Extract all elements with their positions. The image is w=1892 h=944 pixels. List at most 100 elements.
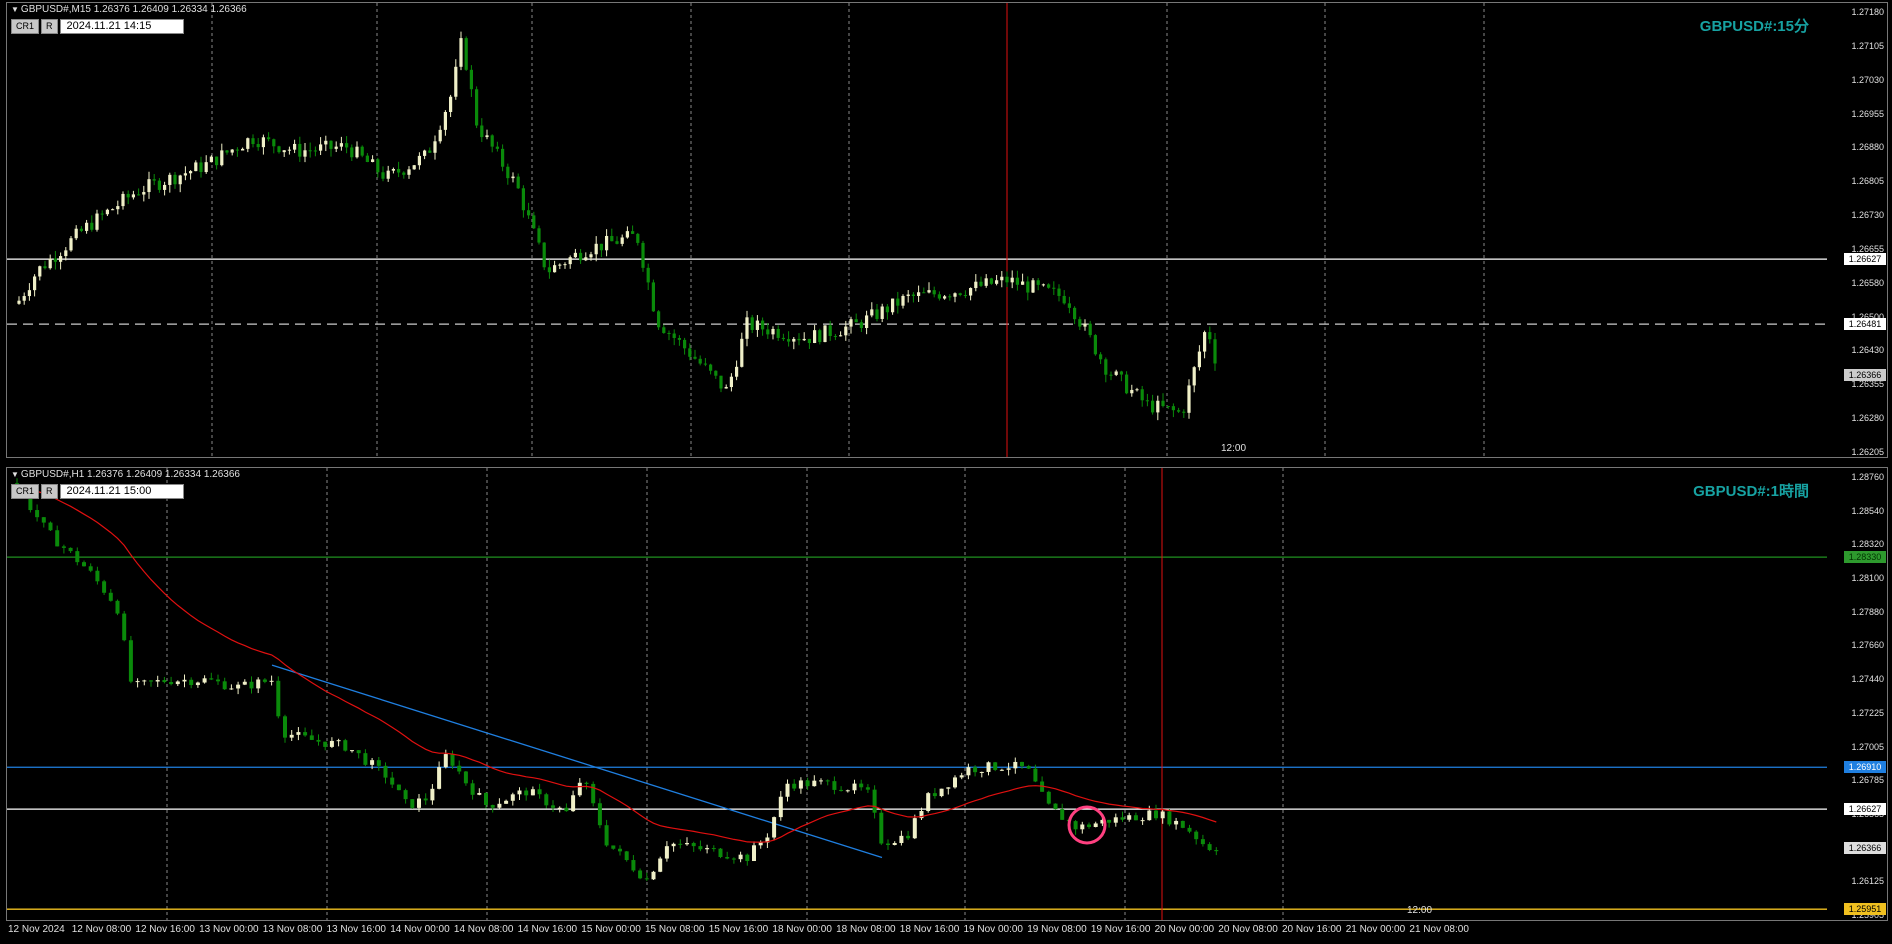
- h1-header: ▼ GBPUSD#,H1 1.26376 1.26409 1.26334 1.26…: [11, 469, 240, 480]
- candle-body: [953, 777, 957, 788]
- price-tag: 1.26366: [1844, 841, 1886, 854]
- time-tick-label: 13 Nov 00:00: [199, 924, 259, 935]
- candle-body: [807, 338, 811, 344]
- price-tick-label: 1.28320: [1851, 539, 1884, 550]
- candle-body: [564, 807, 569, 812]
- candle-body: [631, 860, 636, 871]
- candle-body: [105, 209, 109, 215]
- candle-body: [1109, 374, 1113, 376]
- candle-body: [911, 294, 915, 296]
- price-tick-label: 1.27660: [1851, 640, 1884, 651]
- candle-body: [1093, 823, 1098, 827]
- candle-body: [1073, 307, 1077, 320]
- h1-price-chart[interactable]: [7, 468, 1887, 920]
- candle-body: [688, 348, 692, 357]
- cr1-button[interactable]: CR1: [11, 484, 40, 499]
- candle-body: [48, 258, 52, 269]
- candle-body: [48, 522, 53, 531]
- candle-body: [1047, 284, 1051, 288]
- candle-body: [111, 209, 115, 211]
- h1-pane-label: GBPUSD#:1時間: [1693, 483, 1809, 500]
- candle-body: [589, 254, 593, 258]
- h1-chart-pane[interactable]: ▼ GBPUSD#,H1 1.26376 1.26409 1.26334 1.26…: [6, 467, 1888, 921]
- time-tick-label: 12 Nov 16:00: [135, 924, 195, 935]
- price-tag: 1.26366: [1844, 369, 1886, 382]
- candle-body: [100, 213, 104, 215]
- candle-body: [209, 678, 214, 680]
- candle-body: [922, 292, 926, 294]
- candle-body: [1187, 827, 1192, 832]
- candle-body: [1033, 768, 1038, 782]
- candle-body: [798, 780, 803, 789]
- candle-body: [495, 146, 499, 149]
- h1-cursor-time-label: 12:00: [1407, 905, 1433, 916]
- candle-body: [168, 174, 172, 185]
- candle-body: [95, 570, 100, 582]
- candle-body: [189, 171, 193, 174]
- collapse-triangle-icon[interactable]: ▼: [11, 470, 19, 479]
- candle-body: [115, 600, 120, 614]
- candle-body: [521, 188, 525, 211]
- candle-body: [423, 150, 427, 156]
- candle-body: [157, 180, 161, 190]
- candle-body: [852, 783, 857, 791]
- candle-body: [558, 264, 562, 266]
- candle-body: [792, 338, 796, 342]
- datetime-field[interactable]: 2024.11.21 15:00: [59, 484, 184, 499]
- candle-body: [672, 333, 676, 338]
- r-button[interactable]: R: [41, 19, 58, 34]
- collapse-triangle-icon[interactable]: ▼: [11, 5, 19, 14]
- time-axis[interactable]: 12 Nov 2024 12 Nov 08:00 12 Nov 16:00 13 No…: [6, 919, 1886, 941]
- time-tick-label: 21 Nov 00:00: [1345, 924, 1406, 935]
- candle-body: [1083, 323, 1087, 327]
- candle-body: [973, 767, 978, 773]
- candle-body: [797, 338, 801, 341]
- candle-body: [1127, 815, 1132, 820]
- candle-body: [470, 783, 475, 795]
- candle-body: [241, 148, 245, 151]
- candle-body: [1166, 406, 1170, 408]
- candle-body: [506, 166, 510, 179]
- candle-body: [428, 150, 432, 153]
- candle-body: [685, 843, 689, 845]
- time-tick-label: 19 Nov 16:00: [1090, 924, 1151, 935]
- candle-body: [1062, 295, 1066, 304]
- candle-body: [979, 281, 983, 286]
- candle-body: [267, 137, 271, 140]
- r-button[interactable]: R: [41, 484, 58, 499]
- candle-body: [896, 298, 900, 306]
- candle-body: [82, 562, 86, 567]
- candle-body: [631, 231, 635, 234]
- candle-body: [53, 258, 57, 262]
- price-tick-label: 1.26205: [1851, 447, 1884, 457]
- m15-price-chart[interactable]: [7, 3, 1887, 457]
- candle-body: [1167, 811, 1172, 825]
- datetime-field[interactable]: 2024.11.21 14:15: [59, 19, 184, 34]
- price-tick-label: 1.28760: [1851, 472, 1884, 482]
- candle-body: [1133, 815, 1138, 821]
- candle-body: [195, 682, 200, 686]
- cr1-button[interactable]: CR1: [11, 19, 40, 34]
- price-tick-label: 1.26580: [1851, 277, 1884, 288]
- candle-body: [1107, 819, 1112, 823]
- price-tick-label: 1.26125: [1851, 876, 1884, 887]
- candle-body: [854, 319, 858, 323]
- candle-body: [557, 807, 562, 809]
- candle-body: [735, 366, 739, 377]
- candle-body: [438, 129, 442, 142]
- candle-body: [524, 790, 529, 796]
- candle-body: [772, 817, 777, 838]
- candle-body: [819, 780, 823, 782]
- m15-chart-pane[interactable]: ▼ GBPUSD#,M15 1.26376 1.26409 1.26334 1.2…: [6, 2, 1888, 458]
- candle-body: [79, 228, 83, 231]
- candle-body: [437, 767, 442, 789]
- time-tick-label: 14 Nov 16:00: [517, 924, 578, 935]
- candle-body: [336, 740, 341, 742]
- candle-body: [993, 762, 998, 770]
- candle-body: [407, 169, 411, 175]
- candle-body: [932, 793, 937, 797]
- candle-body: [584, 782, 589, 784]
- candle-body: [391, 168, 395, 171]
- candle-body: [1174, 820, 1179, 825]
- candle-body: [334, 146, 338, 149]
